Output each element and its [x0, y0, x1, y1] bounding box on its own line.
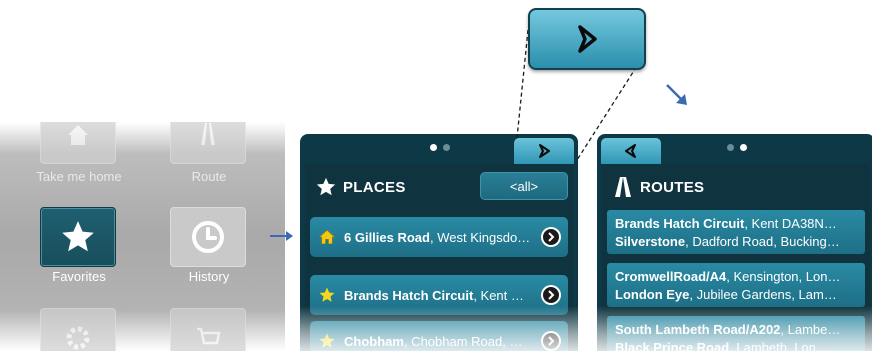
zoom-callout-lines [516, 29, 645, 161]
next-page-button-zoomed[interactable] [528, 8, 646, 70]
down-right-arrow-icon [666, 84, 687, 105]
chevron-right-icon [578, 25, 597, 53]
